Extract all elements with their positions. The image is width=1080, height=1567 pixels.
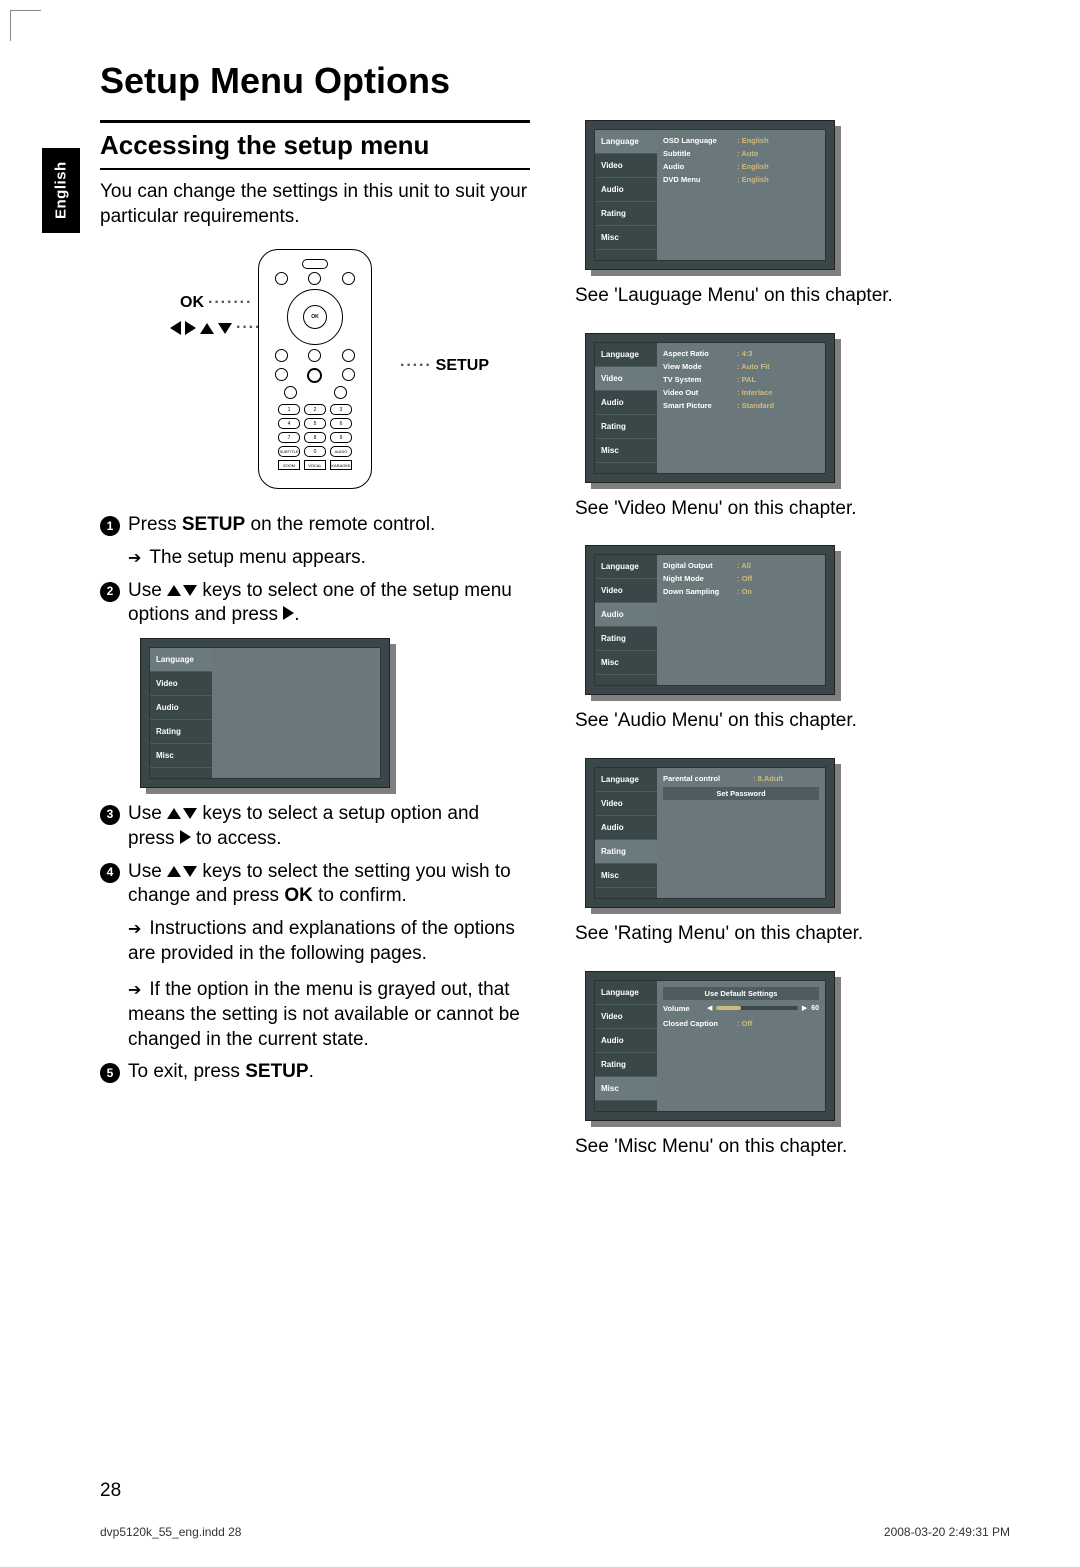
footer-path: dvp5120k_55_eng.indd 28 [100, 1525, 241, 1539]
osd-tab: Misc [595, 651, 657, 675]
osd-tab: Misc [595, 439, 657, 463]
osd-tab: Language [595, 343, 657, 367]
osd-tab: Rating [595, 202, 657, 226]
osd-tabs: Language Video Audio Rating Misc [150, 648, 212, 778]
bullet-5: 5 [100, 1063, 120, 1083]
step-2: 2 Use keys to select one of the setup me… [100, 579, 530, 628]
ref-misc: See 'Misc Menu' on this chapter. [575, 1135, 1005, 1160]
step-4-sub2: If the option in the menu is grayed out,… [100, 978, 530, 1052]
osd-tab: Rating [595, 1053, 657, 1077]
osd-misc: Language Video Audio Rating Misc Use Def… [585, 971, 835, 1121]
volume-slider: Volume ◀ ▶ 60 [663, 1004, 819, 1013]
osd-tab-video: Video [150, 672, 212, 696]
osd-tab: Video [595, 1005, 657, 1029]
osd-tab: Misc [595, 864, 657, 888]
osd-tab: Video [595, 154, 657, 178]
right-column: Language Video Audio Rating Misc OSD Lan… [575, 120, 1005, 1183]
page-title: Setup Menu Options [100, 60, 1010, 102]
osd-tab: Audio [595, 816, 657, 840]
osd-tab-language: Language [150, 648, 212, 672]
osd-tab: Language [595, 130, 657, 154]
osd-rating: Language Video Audio Rating Misc Parenta… [585, 758, 835, 908]
intro-text: You can change the settings in this unit… [100, 180, 530, 229]
osd-video: Language Video Audio Rating Misc Aspect … [585, 333, 835, 483]
osd-tab: Misc [595, 226, 657, 250]
manual-page: English Setup Menu Options Accessing the… [0, 0, 1080, 1567]
osd-tab-rating: Rating [150, 720, 212, 744]
page-number: 28 [100, 1480, 121, 1502]
osd-tab: Language [595, 981, 657, 1005]
osd-tab: Rating [595, 840, 657, 864]
step-3: 3 Use keys to select a setup option and … [100, 802, 530, 851]
osd-tab: Audio [595, 603, 657, 627]
osd-tab: Misc [595, 1077, 657, 1101]
bullet-4: 4 [100, 863, 120, 883]
crop-mark [10, 10, 41, 41]
osd-tab: Rating [595, 627, 657, 651]
osd-tab-audio: Audio [150, 696, 212, 720]
osd-basic: Language Video Audio Rating Misc [140, 638, 390, 788]
callout-ok: OK······· [180, 294, 252, 312]
callout-setup: ·····SETUP [400, 357, 489, 375]
ref-language: See 'Lauguage Menu' on this chapter. [575, 284, 1005, 309]
osd-tab: Audio [595, 391, 657, 415]
footer-date: 2008-03-20 2:49:31 PM [884, 1525, 1010, 1539]
left-column: Accessing the setup menu You can change … [100, 120, 530, 1183]
bullet-2: 2 [100, 582, 120, 602]
ref-audio: See 'Audio Menu' on this chapter. [575, 709, 1005, 734]
step-4-sub1: Instructions and explanations of the opt… [100, 917, 530, 966]
osd-tab: Video [595, 792, 657, 816]
step-5: 5 To exit, press SETUP. [100, 1060, 530, 1085]
use-default-bar: Use Default Settings [663, 987, 819, 1000]
remote-illustration: OK······· ···· ·····SETUP OK 123 [100, 249, 530, 489]
language-tab: English [42, 148, 80, 233]
osd-tab: Video [595, 579, 657, 603]
bullet-1: 1 [100, 516, 120, 536]
step-4: 4 Use keys to select the setting you wis… [100, 860, 530, 909]
osd-tab: Video [595, 367, 657, 391]
osd-tab: Language [595, 768, 657, 792]
step-1: 1 Press SETUP on the remote control. [100, 513, 530, 538]
step-1-sub: The setup menu appears. [100, 546, 530, 571]
section-heading: Accessing the setup menu [100, 126, 530, 165]
osd-language: Language Video Audio Rating Misc OSD Lan… [585, 120, 835, 270]
bullet-3: 3 [100, 805, 120, 825]
osd-tab: Rating [595, 415, 657, 439]
ref-video: See 'Video Menu' on this chapter. [575, 497, 1005, 522]
ref-rating: See 'Rating Menu' on this chapter. [575, 922, 1005, 947]
callout-arrows: ···· [170, 319, 261, 337]
osd-tab-misc: Misc [150, 744, 212, 768]
osd-tab: Audio [595, 178, 657, 202]
osd-audio: Language Video Audio Rating Misc Digital… [585, 545, 835, 695]
osd-tab: Audio [595, 1029, 657, 1053]
osd-tab: Language [595, 555, 657, 579]
set-password-bar: Set Password [663, 787, 819, 800]
